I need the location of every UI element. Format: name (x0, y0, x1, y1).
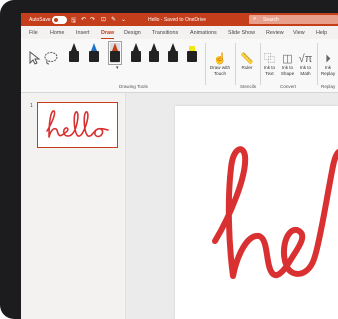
slide-canvas-area (126, 93, 338, 319)
lasso-select-icon[interactable] (43, 51, 59, 65)
tab-draw[interactable]: Draw (101, 30, 115, 39)
ink-to-math-icon: √π (298, 53, 313, 65)
replay-group-label: Replay (321, 84, 336, 89)
tab-animations[interactable]: Animations (190, 30, 217, 36)
pen-red-selected[interactable] (108, 41, 122, 65)
tab-design[interactable]: Design (124, 30, 141, 36)
title-bar: AutoSave 🖫 ↶ ↷ ⊡ ✎ ⌄ Hello - Saved to On… (21, 13, 338, 26)
ink-to-shape-icon: ◫ (282, 53, 293, 65)
select-arrow-icon[interactable] (27, 51, 41, 65)
ink-to-shape-button[interactable]: ◫ Ink to Shape (279, 53, 296, 76)
pen-qat-icon[interactable]: ✎ (111, 16, 116, 23)
stencils-group-label: Stencils (240, 84, 257, 89)
search-placeholder: Search (263, 17, 279, 23)
convert-group-label: Convert (280, 84, 297, 89)
draw-ribbon: ▾ Drawing Tools ☝ Draw with Touch 📏 Rule… (21, 39, 338, 93)
save-icon[interactable]: 🖫 (71, 16, 76, 26)
ink-to-text-button[interactable]: ⿻ Ink to Text (261, 53, 278, 76)
tab-file[interactable]: File (29, 30, 38, 36)
thumbnail-ink-hello (46, 110, 109, 138)
powerpoint-window: AutoSave 🖫 ↶ ↷ ⊡ ✎ ⌄ Hello - Saved to On… (21, 13, 338, 319)
present-icon[interactable]: ⊡ (101, 16, 106, 23)
ribbon-tabs: File Home Insert Draw Design Transitions… (21, 26, 338, 39)
tab-transitions[interactable]: Transitions (152, 30, 178, 36)
customize-qat-icon[interactable]: ⌄ (121, 16, 126, 23)
slide-ink-hello (212, 146, 338, 279)
document-title: Hello - Saved to OneDrive (148, 17, 207, 23)
slide-thumbnail-1[interactable] (37, 102, 118, 148)
search-box[interactable]: ⌕ Search (249, 15, 338, 24)
tab-help[interactable]: Help (316, 30, 327, 36)
tab-home[interactable]: Home (50, 30, 64, 36)
ribbon-separator (317, 43, 318, 85)
pencil-black[interactable] (168, 43, 178, 63)
redo-icon[interactable]: ↷ (90, 16, 95, 23)
touch-icon: ☝ (213, 53, 227, 65)
pen-black[interactable] (69, 43, 79, 63)
slide-editor[interactable] (175, 106, 338, 319)
search-icon: ⌕ (253, 16, 257, 22)
tab-view[interactable]: View (293, 30, 305, 36)
highlighter-yellow[interactable] (187, 43, 197, 63)
tab-review[interactable]: Review (266, 30, 284, 36)
pen-dropdown-icon[interactable]: ▾ (116, 65, 119, 71)
slide-thumbnails-pane: 1 (21, 93, 126, 319)
slide-number: 1 (30, 103, 33, 109)
drawing-tools-group-label: Drawing Tools (119, 84, 148, 89)
ink-replay-button[interactable]: ⏵ Ink Replay (319, 53, 337, 76)
autosave-label: AutoSave (29, 17, 51, 23)
ink-to-text-icon: ⿻ (264, 53, 275, 65)
undo-icon[interactable]: ↶ (81, 16, 86, 23)
pen-blue[interactable] (89, 43, 99, 63)
draw-with-touch-button[interactable]: ☝ Draw with Touch (207, 53, 233, 76)
replay-icon: ⏵ (325, 53, 331, 65)
ruler-button[interactable]: 📏 Ruler (236, 53, 258, 71)
tab-insert[interactable]: Insert (76, 30, 89, 36)
ink-to-math-button[interactable]: √π Ink to Math (297, 53, 314, 76)
tab-slide-show[interactable]: Slide Show (228, 30, 255, 36)
pen-black-2[interactable] (131, 43, 141, 63)
pen-black-3[interactable] (149, 43, 159, 63)
autosave-toggle[interactable] (52, 16, 67, 24)
ruler-icon: 📏 (240, 53, 254, 65)
ribbon-separator (205, 43, 206, 85)
